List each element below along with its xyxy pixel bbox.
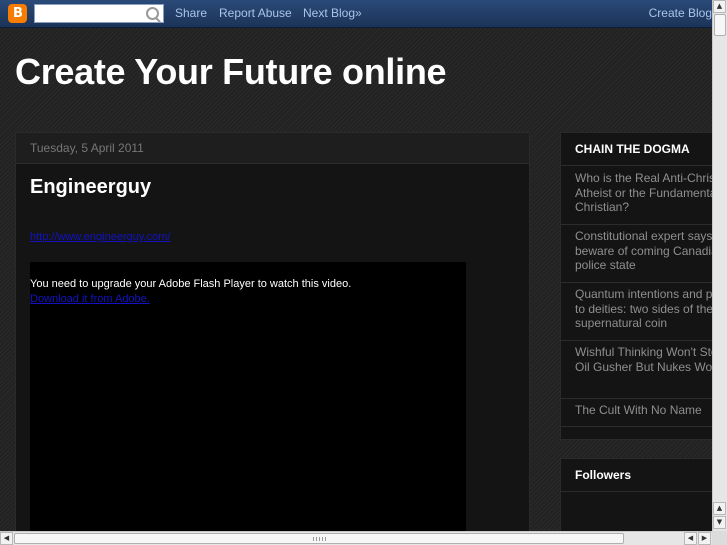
flash-download-link[interactable]: Download it from Adobe. (30, 293, 150, 305)
scrollbar-corner (712, 531, 727, 545)
post-link[interactable]: http://www.engineerguy.com/ (30, 231, 170, 243)
scroll-up-button-lower[interactable]: ▲ (713, 502, 726, 515)
list-item: Wishful Thinking Won't Stop The Oil Gush… (561, 345, 712, 399)
followers-widget: Followers (560, 458, 712, 531)
vertical-scrollbar[interactable]: ▲ ▲ ▼ (712, 0, 727, 531)
chain-the-dogma-widget: CHAIN THE DOGMA Who is the Real Anti-Chr… (560, 132, 712, 440)
horizontal-scroll-thumb[interactable] (14, 533, 624, 544)
list-item: The Cult With No Name (561, 403, 712, 427)
vertical-scroll-thumb[interactable] (714, 14, 726, 36)
feed-link[interactable]: Wishful Thinking Won't Stop The Oil Gush… (575, 345, 712, 374)
feed-link[interactable]: Who is the Real Anti-Christ: the Atheist… (575, 171, 712, 215)
flash-upgrade-message: You need to upgrade your Adobe Flash Pla… (30, 278, 352, 290)
widget-title-bar: CHAIN THE DOGMA (561, 133, 712, 166)
horizontal-scrollbar[interactable]: ◀ ◀ ▶ (0, 531, 712, 545)
scroll-left-button[interactable]: ◀ (0, 532, 13, 545)
list-item: Quantum intentions and prayers to deitie… (561, 287, 712, 341)
feed-link[interactable]: Quantum intentions and prayers to deitie… (575, 287, 712, 331)
widget-title-chain: CHAIN THE DOGMA (575, 142, 690, 156)
page-background: B Share Report Abuse Next Blog» Create B… (0, 0, 712, 531)
scroll-down-button[interactable]: ▼ (713, 516, 726, 529)
scroll-left-button-right[interactable]: ◀ (684, 532, 697, 545)
flash-video-embed[interactable]: You need to upgrade your Adobe Flash Pla… (30, 262, 466, 531)
blog-title[interactable]: Create Your Future online (15, 51, 447, 93)
post-date: Tuesday, 5 April 2011 (30, 141, 144, 155)
list-item: Who is the Real Anti-Christ: the Atheist… (561, 171, 712, 225)
share-link[interactable]: Share (175, 6, 207, 20)
next-blog-link[interactable]: Next Blog» (303, 6, 362, 20)
scroll-right-button[interactable]: ▶ (698, 532, 711, 545)
feed-link[interactable]: Constitutional expert says beware of com… (575, 229, 712, 273)
list-item: Constitutional expert says beware of com… (561, 229, 712, 283)
create-blog-link[interactable]: Create Blog (649, 6, 712, 20)
search-input[interactable] (34, 4, 164, 23)
blogger-navbar: B Share Report Abuse Next Blog» Create B… (0, 0, 712, 28)
post-title[interactable]: Engineerguy (30, 176, 151, 199)
report-abuse-link[interactable]: Report Abuse (219, 6, 292, 20)
main-column: Tuesday, 5 April 2011 Engineerguy http:/… (15, 132, 530, 531)
scroll-grip-icon (313, 537, 327, 541)
search-icon[interactable] (146, 7, 159, 20)
scroll-up-button[interactable]: ▲ (713, 0, 726, 13)
widget-title-bar: Followers (561, 459, 712, 492)
blogger-logo-icon[interactable]: B (8, 4, 27, 23)
widget-title-followers: Followers (575, 468, 632, 482)
feed-link[interactable]: The Cult With No Name (575, 403, 712, 418)
date-header: Tuesday, 5 April 2011 (16, 133, 529, 164)
blogger-logo-letter: B (13, 6, 23, 21)
